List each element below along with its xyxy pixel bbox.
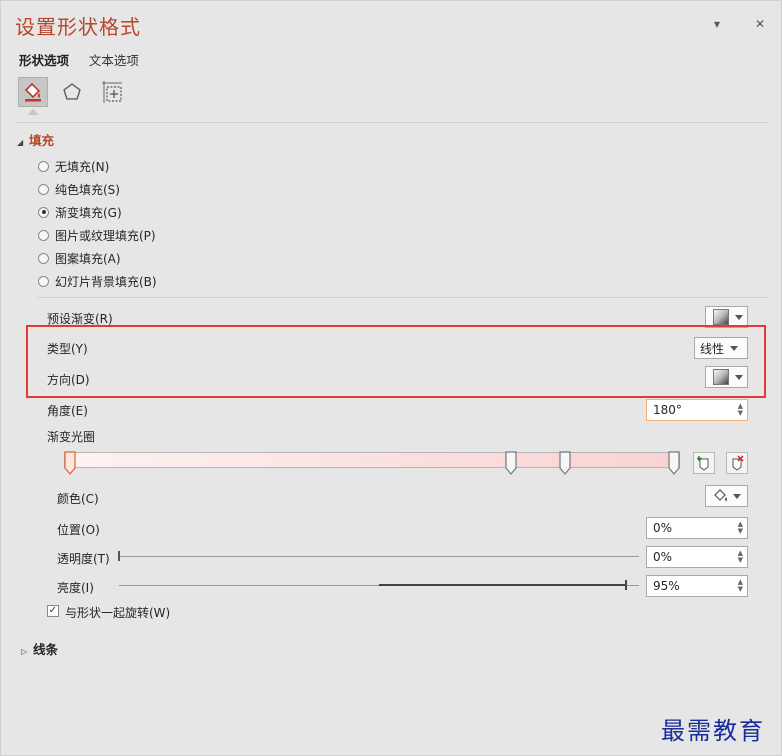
brightness-label: 亮度(I) xyxy=(57,581,94,595)
add-stop-icon xyxy=(697,456,709,471)
fill-line-tab[interactable] xyxy=(18,77,48,107)
spin-down-icon[interactable]: ▼ xyxy=(738,410,743,417)
close-button[interactable]: ✕ xyxy=(751,15,769,33)
radio-button[interactable] xyxy=(38,252,49,264)
radio-label: 图案填充(A) xyxy=(55,251,121,266)
radio-button-checked[interactable] xyxy=(38,206,49,218)
radio-button[interactable] xyxy=(38,183,49,195)
spin-down-icon[interactable]: ▼ xyxy=(738,586,743,593)
spin-down-icon[interactable]: ▼ xyxy=(738,557,743,564)
remove-stop-icon xyxy=(732,455,744,471)
gradient-stop[interactable] xyxy=(505,451,517,475)
radio-picture-fill[interactable]: 图片或纹理填充(P) xyxy=(38,226,156,244)
expand-triangle-icon: ▷ xyxy=(21,647,28,656)
transparency-slider-track[interactable] xyxy=(119,556,639,557)
chevron-down-icon xyxy=(733,493,741,499)
brightness-input[interactable]: 95% ▲ ▼ xyxy=(646,575,748,597)
size-properties-icon xyxy=(102,81,122,103)
radio-label: 幻灯片背景填充(B) xyxy=(55,274,157,289)
transparency-label: 透明度(T) xyxy=(57,552,110,566)
fill-section-header[interactable]: ◢ 填充 xyxy=(17,130,54,149)
remove-stop-button[interactable] xyxy=(726,452,748,474)
paint-bucket-icon xyxy=(714,489,727,502)
gradient-stop[interactable] xyxy=(559,451,571,475)
gradient-swatch-icon xyxy=(713,309,729,325)
radio-label: 渐变填充(G) xyxy=(55,205,122,220)
rotate-with-shape-checkbox[interactable]: ✓ xyxy=(47,605,59,617)
chevron-down-icon xyxy=(735,314,743,320)
position-label: 位置(O) xyxy=(57,523,100,537)
spin-down-icon[interactable]: ▼ xyxy=(738,528,743,535)
angle-value: 180° xyxy=(653,403,682,417)
fill-line-icon xyxy=(24,82,41,102)
rotate-with-shape-label: 与形状一起旋转(W) xyxy=(65,606,171,620)
position-value: 0% xyxy=(653,521,673,535)
header-divider xyxy=(15,122,769,123)
options-divider xyxy=(37,297,769,298)
radio-button[interactable] xyxy=(38,229,49,241)
radio-background-fill[interactable]: 幻灯片背景填充(B) xyxy=(38,272,157,290)
transparency-value: 0% xyxy=(653,550,673,564)
collapse-triangle-icon: ◢ xyxy=(17,138,24,147)
fill-section-label: 填充 xyxy=(29,133,55,148)
effects-pentagon-icon xyxy=(63,83,81,100)
transparency-input[interactable]: 0% ▲ ▼ xyxy=(646,546,748,568)
radio-label: 无填充(N) xyxy=(55,159,110,174)
watermark: 最需教育 xyxy=(661,717,765,745)
position-input[interactable]: 0% ▲ ▼ xyxy=(646,517,748,539)
active-tab-indicator xyxy=(27,109,39,115)
options-tabs: 形状选项 文本选项 xyxy=(19,50,155,69)
size-properties-tab[interactable] xyxy=(97,77,127,107)
color-label: 颜色(C) xyxy=(57,492,99,506)
radio-gradient-fill[interactable]: 渐变填充(G) xyxy=(38,203,122,221)
gradient-stops-label: 渐变光圈 xyxy=(47,430,96,444)
format-shape-panel: 设置形状格式 ▾ ✕ 形状选项 文本选项 ◢ 填充 无填充(N) 纯色填充(S)… xyxy=(0,0,782,756)
brightness-slider-fill xyxy=(379,584,626,586)
line-section-header[interactable]: ▷ 线条 xyxy=(21,639,58,658)
angle-label: 角度(E) xyxy=(47,404,88,418)
brightness-value: 95% xyxy=(653,579,680,593)
gradient-stop[interactable] xyxy=(668,451,680,475)
highlight-box xyxy=(26,325,766,398)
transparency-slider-thumb[interactable] xyxy=(118,551,120,561)
radio-pattern-fill[interactable]: 图案填充(A) xyxy=(38,249,121,267)
radio-button[interactable] xyxy=(38,275,49,287)
tab-text-options[interactable]: 文本选项 xyxy=(89,50,139,69)
radio-button[interactable] xyxy=(38,160,49,172)
brightness-slider-thumb[interactable] xyxy=(625,580,627,590)
radio-label: 图片或纹理填充(P) xyxy=(55,228,156,243)
tab-shape-options[interactable]: 形状选项 xyxy=(19,50,69,69)
angle-input[interactable]: 180° ▲ ▼ xyxy=(646,399,748,421)
add-stop-button[interactable] xyxy=(693,452,715,474)
gradient-stop[interactable] xyxy=(64,451,76,475)
panel-title: 设置形状格式 xyxy=(15,15,141,39)
gradient-stops-bar[interactable] xyxy=(64,452,680,468)
radio-label: 纯色填充(S) xyxy=(55,182,120,197)
color-dropdown[interactable] xyxy=(705,485,748,507)
panel-menu-button[interactable]: ▾ xyxy=(708,15,726,33)
effects-tab[interactable] xyxy=(57,77,87,107)
line-section-label: 线条 xyxy=(33,642,59,657)
radio-no-fill[interactable]: 无填充(N) xyxy=(38,157,109,175)
radio-solid-fill[interactable]: 纯色填充(S) xyxy=(38,180,120,198)
